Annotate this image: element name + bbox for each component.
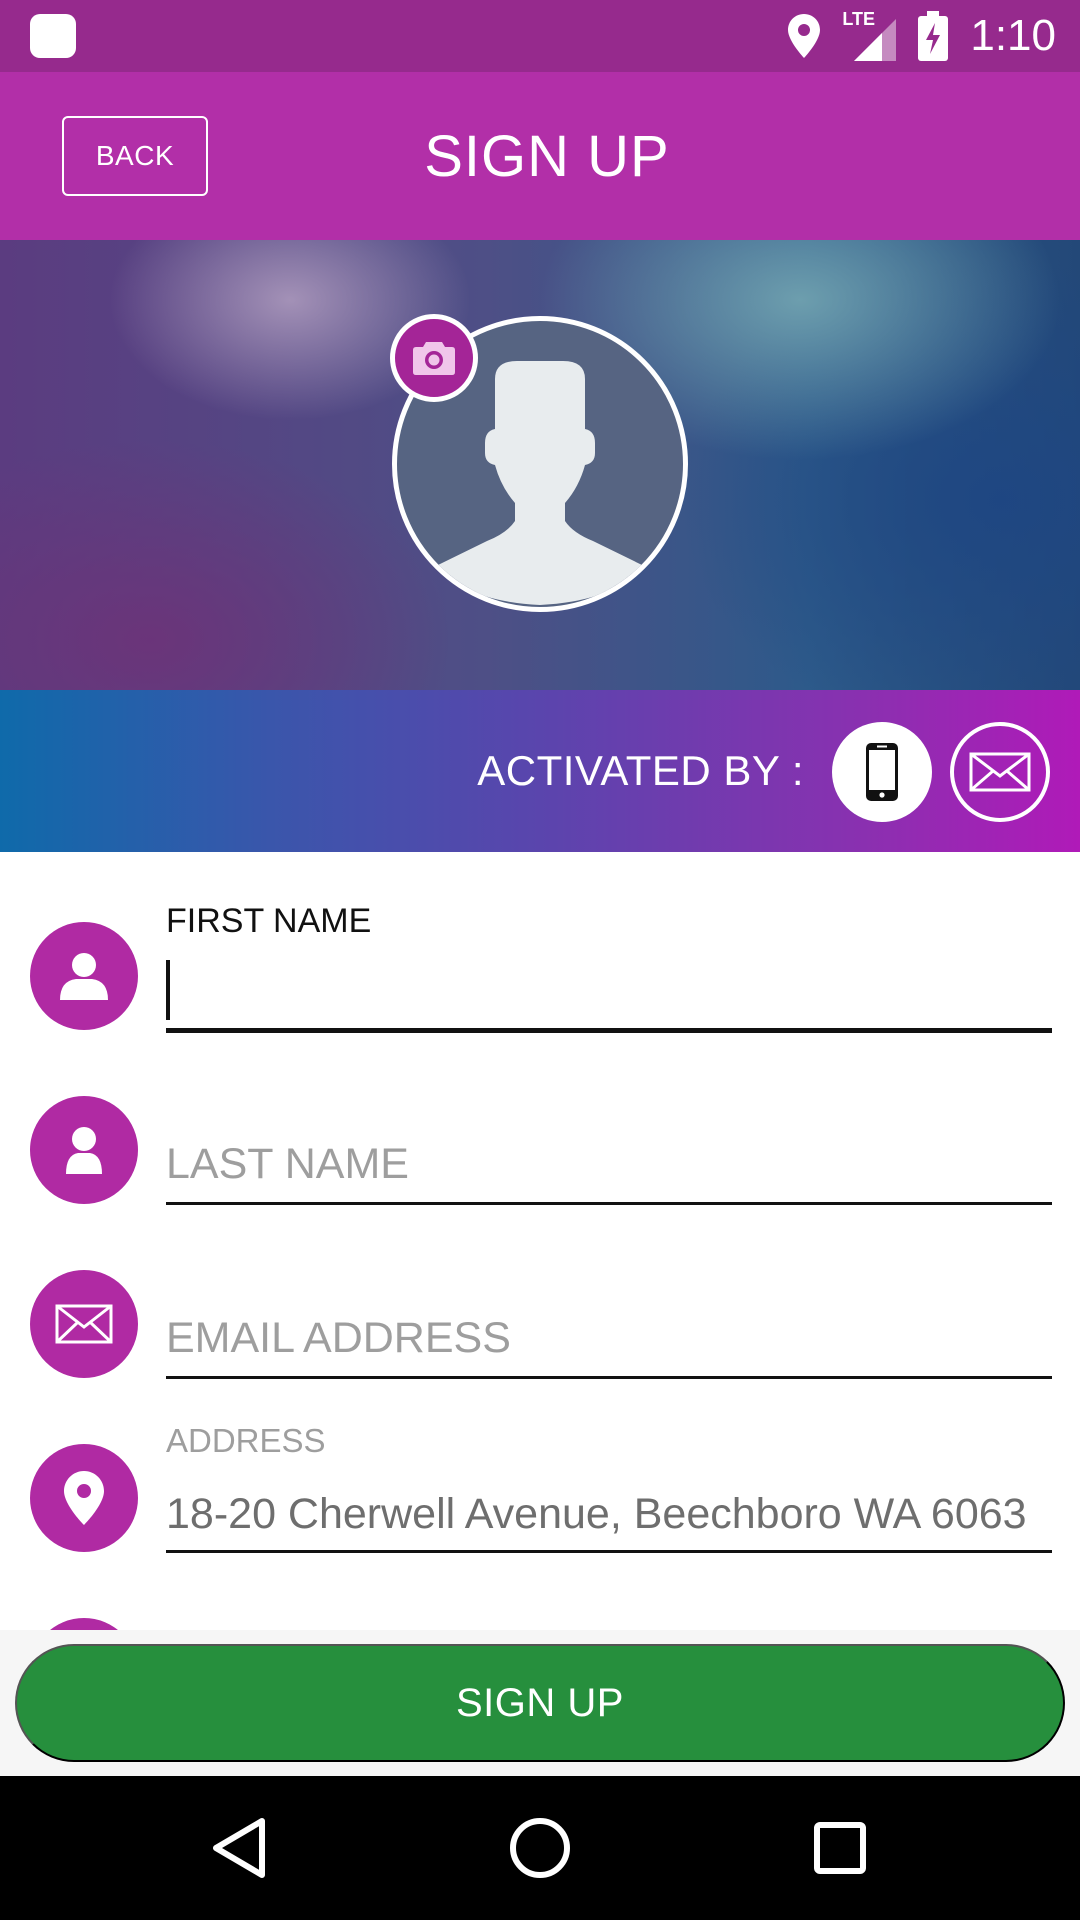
nav-home-button[interactable] <box>504 1812 576 1884</box>
first-name-label: FIRST NAME <box>166 902 372 940</box>
home-circle-icon <box>510 1818 570 1878</box>
status-bar: LTE 1:10 <box>0 0 1080 72</box>
activation-label: ACTIVATED BY : <box>477 747 804 794</box>
signup-form: FIRST NAME LAST NAME EMAIL ADDRESS ADDRE… <box>0 852 1080 1630</box>
text-cursor <box>166 960 170 1020</box>
email-envelope-icon <box>30 1270 138 1378</box>
activate-by-email-button[interactable] <box>950 722 1050 822</box>
profile-banner <box>0 240 1080 690</box>
activate-by-phone-button[interactable] <box>832 722 932 822</box>
nav-recents-button[interactable] <box>804 1812 876 1884</box>
recents-square-icon <box>814 1822 866 1874</box>
last-name-underline <box>166 1202 1052 1205</box>
phone-icon <box>866 743 898 801</box>
clock: 1:10 <box>970 11 1056 60</box>
status-icons: LTE 1:10 <box>788 0 1056 72</box>
email-input[interactable]: EMAIL ADDRESS <box>166 1314 1052 1363</box>
battery-charging-icon <box>918 11 949 61</box>
signup-button[interactable]: SIGN UP <box>15 1644 1065 1762</box>
nav-back-button[interactable] <box>204 1812 276 1884</box>
network-type: LTE <box>842 9 876 29</box>
first-name-underline <box>166 1028 1052 1033</box>
email-underline <box>166 1376 1052 1379</box>
address-input[interactable]: 18-20 Cherwell Avenue, Beechboro WA 6063 <box>166 1490 1052 1539</box>
address-underline <box>166 1550 1052 1553</box>
email-icon <box>969 752 1031 792</box>
last-name-input[interactable]: LAST NAME <box>166 1140 1052 1189</box>
system-nav-bar <box>0 1776 1080 1920</box>
camera-icon <box>413 342 455 375</box>
next-field-icon-partial <box>30 1618 138 1630</box>
back-button[interactable]: BACK <box>62 116 208 196</box>
first-name-input[interactable] <box>166 960 1052 1022</box>
last-name-person-icon <box>30 1096 138 1204</box>
back-triangle-icon <box>213 1818 265 1878</box>
location-icon <box>788 14 821 58</box>
lte-signal-icon: LTE <box>842 9 897 61</box>
address-label: ADDRESS <box>166 1422 326 1459</box>
address-location-pin-icon <box>30 1444 138 1552</box>
camera-button[interactable] <box>390 314 478 402</box>
app-notification-icon <box>30 14 76 58</box>
app-header: SIGN UP BACK <box>0 72 1080 240</box>
first-name-person-icon <box>30 922 138 1030</box>
bottom-action-bar: SIGN UP <box>0 1630 1080 1776</box>
activation-strip: ACTIVATED BY : <box>0 690 1080 852</box>
